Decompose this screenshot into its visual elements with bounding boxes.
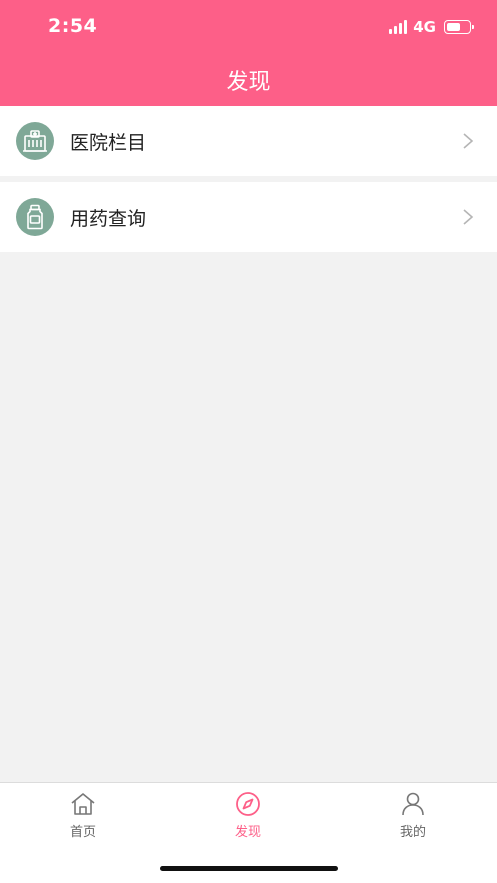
battery-fill	[447, 23, 460, 31]
medicine-bottle-icon	[16, 198, 54, 236]
screen: 2:54 4G 发现 医院栏目 用药查询 首页 发现 我的	[0, 0, 497, 883]
page-title: 发现	[226, 70, 271, 95]
chevron-right-icon	[463, 133, 474, 149]
network-type: 4G	[413, 18, 436, 36]
status-bar: 2:54 4G	[0, 0, 497, 54]
tab-mine[interactable]: 我的	[373, 791, 453, 841]
header: 2:54 4G 发现	[0, 0, 497, 106]
battery-icon	[444, 20, 474, 34]
hospital-icon	[16, 122, 54, 160]
tab-mine-label: 我的	[399, 825, 426, 840]
signal-icon	[389, 20, 408, 34]
status-time: 2:54	[48, 15, 98, 37]
list-item-label: 用药查询	[70, 207, 147, 230]
home-indicator[interactable]	[160, 866, 338, 871]
home-icon	[71, 793, 95, 815]
chevron-right-icon	[463, 209, 474, 225]
tab-home-label: 首页	[69, 825, 96, 840]
user-icon	[402, 792, 424, 816]
tab-discover-label: 发现	[234, 825, 261, 840]
list-item-medicine[interactable]: 用药查询	[0, 182, 497, 252]
tab-discover[interactable]: 发现	[208, 791, 288, 841]
list-item-label: 医院栏目	[70, 131, 147, 154]
list-item-hospital[interactable]: 医院栏目	[0, 106, 497, 176]
tab-home[interactable]: 首页	[43, 791, 123, 841]
compass-icon	[236, 792, 260, 816]
status-indicators: 4G	[389, 17, 474, 37]
